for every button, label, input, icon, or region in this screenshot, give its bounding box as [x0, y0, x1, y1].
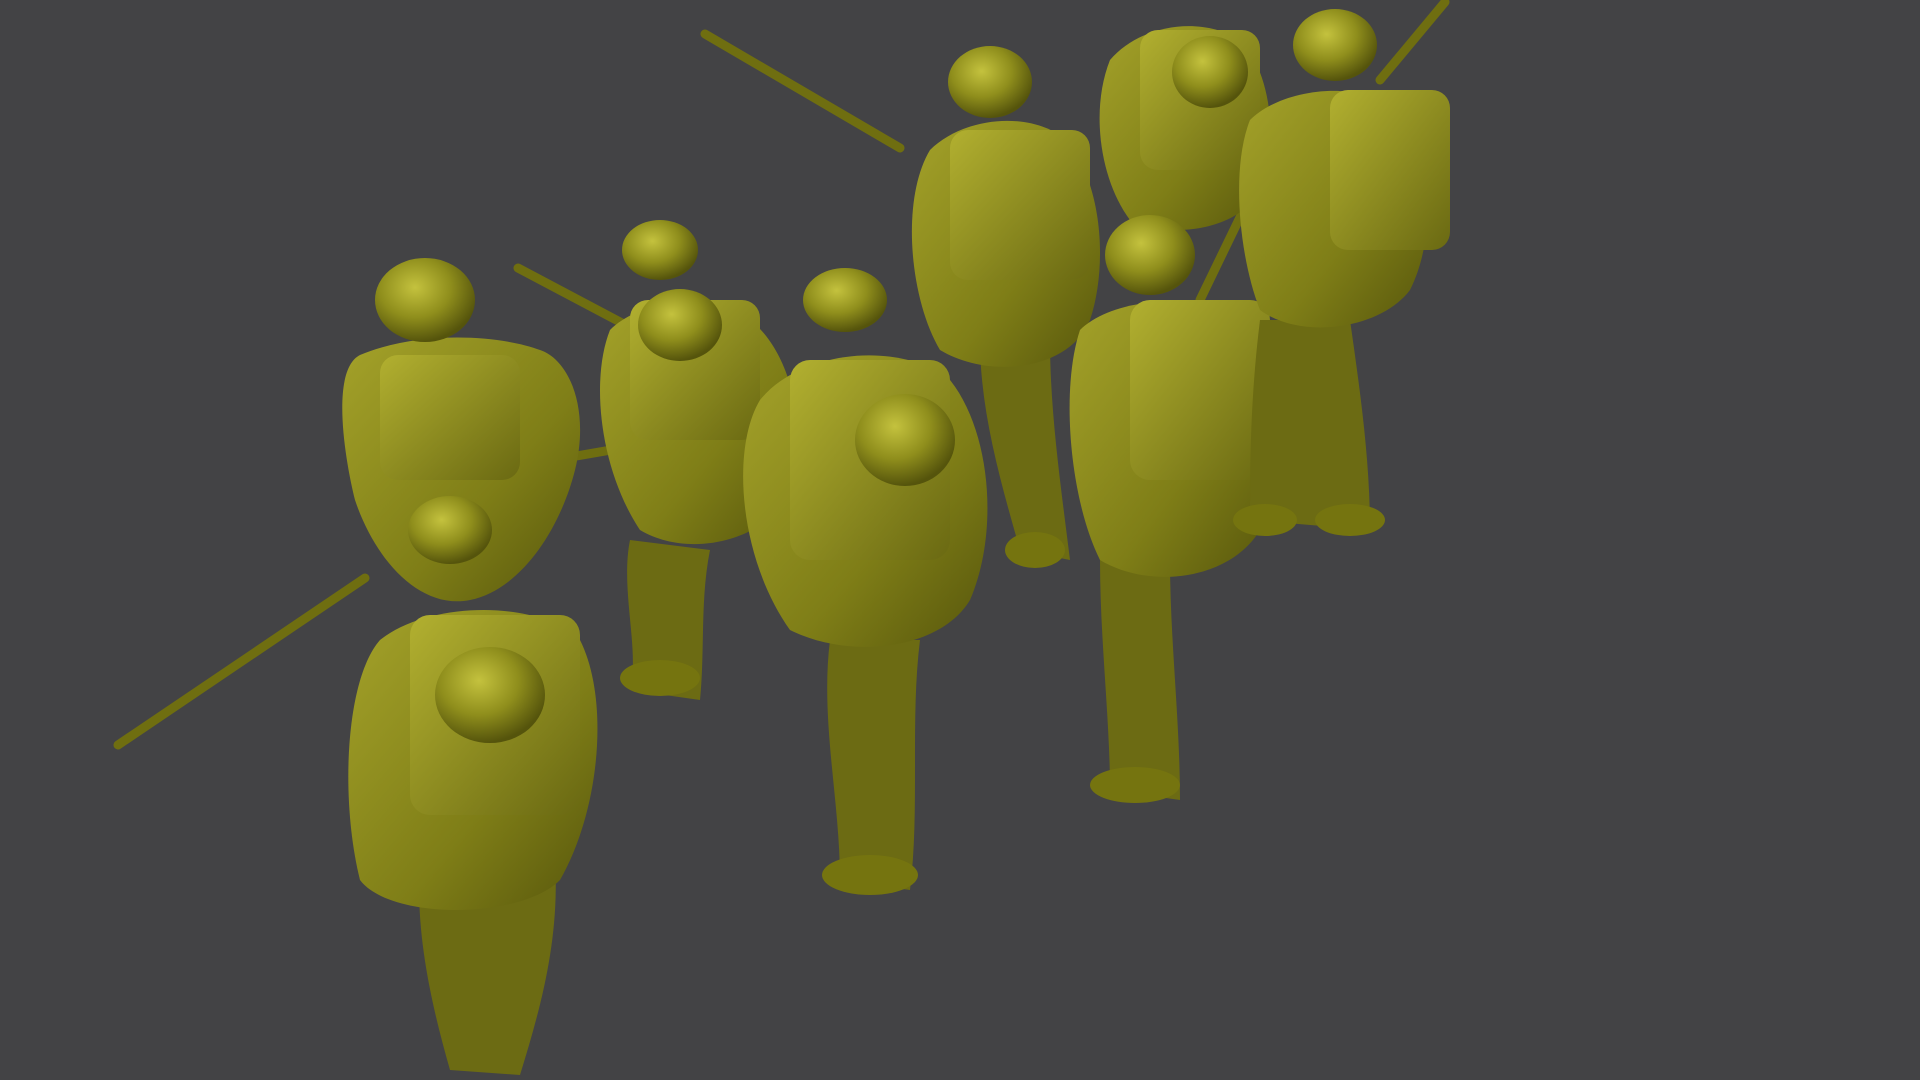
boot-2: [822, 855, 918, 895]
figure-1-helmet: [375, 258, 475, 342]
figure-3-helmet: [638, 289, 722, 361]
figure-5-legs: [980, 340, 1070, 560]
rifle-6: [1375, 0, 1450, 85]
soldier-figure-7: [1069, 215, 1270, 800]
boots-group: [620, 504, 1385, 895]
figure-8-helmet: [1293, 9, 1377, 81]
figure-5-helmet: [948, 46, 1032, 118]
figure-8-backpack: [1330, 90, 1450, 250]
figure-5-backpack: [950, 130, 1090, 280]
figure-7-backpack: [1130, 300, 1270, 480]
figure-7-helmet: [1105, 215, 1195, 295]
figure-2-cap: [408, 496, 492, 564]
rifle-3: [700, 29, 905, 153]
figure-4-legs: [827, 640, 920, 890]
figure-3-cap: [622, 220, 698, 280]
figure-7-legs: [1100, 560, 1180, 800]
rifle-1: [113, 573, 370, 750]
boot-6: [1315, 504, 1385, 536]
figure-6-helmet: [1172, 36, 1248, 108]
figure-4-helmet: [855, 394, 955, 486]
3d-viewport[interactable]: [0, 0, 1920, 1080]
figure-1-backpack: [380, 355, 520, 480]
render-canvas: [113, 0, 1450, 1075]
figure-4-cap: [803, 268, 887, 332]
boot-3: [1005, 532, 1065, 568]
soldier-figure-8: [1239, 9, 1450, 530]
figure-8-legs: [1250, 320, 1370, 530]
boot-1: [620, 660, 700, 696]
boot-4: [1090, 767, 1180, 803]
boot-5: [1233, 504, 1297, 536]
figure-2-helmet: [435, 647, 545, 743]
